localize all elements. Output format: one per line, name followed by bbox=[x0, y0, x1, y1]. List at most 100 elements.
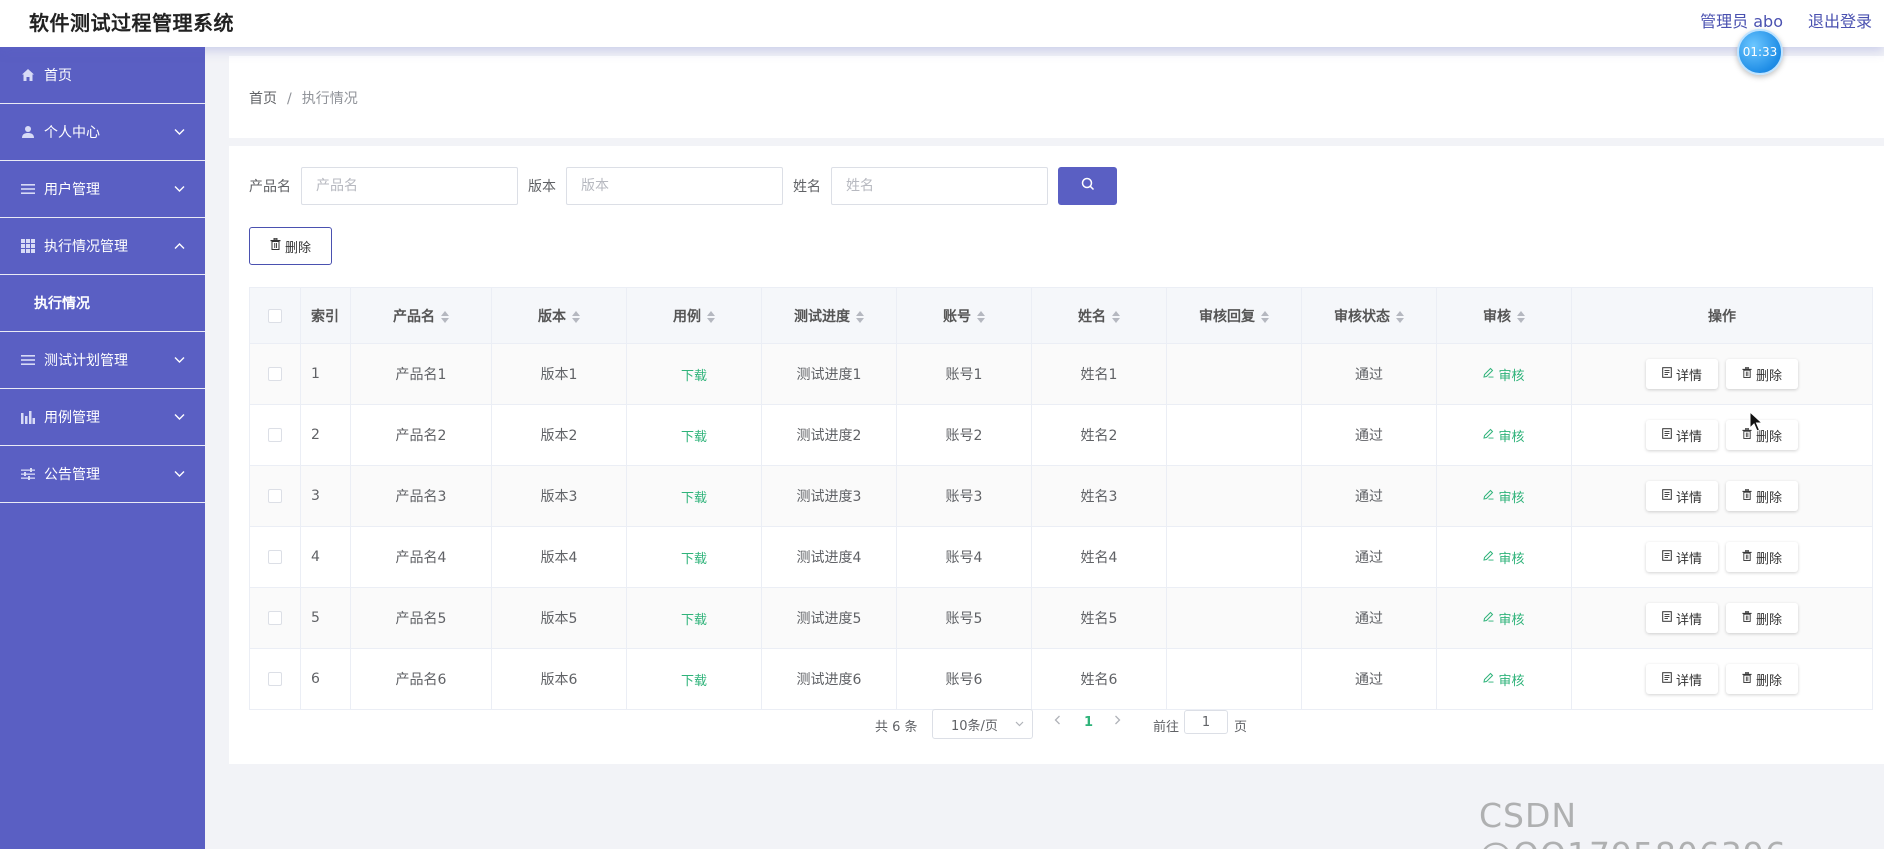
sort-icon[interactable] bbox=[1261, 310, 1269, 323]
sidebar-item-personal-center[interactable]: 个人中心 bbox=[0, 104, 205, 161]
select-all-cell[interactable] bbox=[249, 287, 301, 344]
sort-icon[interactable] bbox=[977, 310, 985, 323]
delete-button[interactable]: 删除 bbox=[1726, 359, 1798, 389]
page-size-value: 10条/页 bbox=[951, 718, 998, 734]
download-link[interactable]: 下载 bbox=[681, 369, 707, 384]
cell-account: 账号1 bbox=[896, 343, 1032, 405]
audit-link[interactable]: 审核 bbox=[1483, 609, 1525, 628]
delete-button[interactable]: 删除 bbox=[1726, 542, 1798, 572]
delete-button[interactable]: 删除 bbox=[1726, 603, 1798, 633]
audit-link[interactable]: 审核 bbox=[1483, 487, 1525, 506]
cell-case: 下载 bbox=[626, 648, 762, 710]
col-header-name[interactable]: 姓名 bbox=[1031, 287, 1167, 344]
detail-label: 详情 bbox=[1675, 429, 1702, 445]
delete-button[interactable]: 删除 bbox=[1726, 664, 1798, 694]
audit-link[interactable]: 审核 bbox=[1483, 426, 1525, 445]
cell-status: 通过 bbox=[1301, 648, 1437, 710]
col-header-progress[interactable]: 测试进度 bbox=[761, 287, 897, 344]
edit-icon bbox=[1483, 489, 1494, 504]
sidebar-item-user-management[interactable]: 用户管理 bbox=[0, 161, 205, 218]
audit-link[interactable]: 审核 bbox=[1483, 670, 1525, 689]
delete-button[interactable]: 删除 bbox=[1726, 481, 1798, 511]
page-number-current[interactable]: 1 bbox=[1084, 715, 1093, 730]
page-size-select[interactable]: 10条/页 bbox=[932, 709, 1033, 739]
edit-icon bbox=[1483, 611, 1494, 626]
table-row: 6 产品名6 版本6 下载 测试进度6 账号6 姓名6 通过 审核 详情 删除 bbox=[249, 648, 1873, 710]
download-link[interactable]: 下载 bbox=[681, 430, 707, 445]
col-header-audit[interactable]: 审核 bbox=[1436, 287, 1572, 344]
sort-icon[interactable] bbox=[1517, 310, 1525, 323]
table-row: 4 产品名4 版本4 下载 测试进度4 账号4 姓名4 通过 审核 详情 删除 bbox=[249, 526, 1873, 588]
detail-button[interactable]: 详情 bbox=[1646, 420, 1718, 450]
goto-page-input[interactable] bbox=[1184, 710, 1228, 734]
row-select-cell[interactable] bbox=[249, 587, 301, 649]
col-header-product[interactable]: 产品名 bbox=[350, 287, 492, 344]
sidebar-item-execution-management[interactable]: 执行情况管理 bbox=[0, 218, 205, 275]
detail-button[interactable]: 详情 bbox=[1646, 359, 1718, 389]
col-header-case[interactable]: 用例 bbox=[626, 287, 762, 344]
sidebar-item-notice-management[interactable]: 公告管理 bbox=[0, 446, 205, 503]
cell-account: 账号5 bbox=[896, 587, 1032, 649]
download-link[interactable]: 下载 bbox=[681, 674, 707, 689]
row-checkbox[interactable] bbox=[268, 672, 282, 686]
audit-label: 审核 bbox=[1498, 551, 1525, 567]
delete-label: 删除 bbox=[1755, 368, 1782, 384]
next-page-icon[interactable] bbox=[1114, 714, 1121, 729]
cell-reply bbox=[1166, 526, 1302, 588]
sidebar-item-test-plan-management[interactable]: 测试计划管理 bbox=[0, 332, 205, 389]
pagination-total: 共 6 条 bbox=[875, 720, 918, 735]
cell-case: 下载 bbox=[626, 343, 762, 405]
download-link[interactable]: 下载 bbox=[681, 613, 707, 628]
sidebar-item-case-management[interactable]: 用例管理 bbox=[0, 389, 205, 446]
cell-version: 版本1 bbox=[491, 343, 627, 405]
detail-button[interactable]: 详情 bbox=[1646, 603, 1718, 633]
logout-link[interactable]: 退出登录 bbox=[1808, 8, 1872, 32]
row-select-cell[interactable] bbox=[249, 343, 301, 405]
col-header-reply[interactable]: 审核回复 bbox=[1166, 287, 1302, 344]
detail-button[interactable]: 详情 bbox=[1646, 481, 1718, 511]
row-select-cell[interactable] bbox=[249, 404, 301, 466]
row-select-cell[interactable] bbox=[249, 465, 301, 527]
detail-button[interactable]: 详情 bbox=[1646, 664, 1718, 694]
version-input[interactable] bbox=[566, 167, 783, 205]
select-all-checkbox[interactable] bbox=[268, 308, 282, 323]
row-select-cell[interactable] bbox=[249, 648, 301, 710]
cell-status: 通过 bbox=[1301, 343, 1437, 405]
table-row: 3 产品名3 版本3 下载 测试进度3 账号3 姓名3 通过 审核 详情 删除 bbox=[249, 465, 1873, 527]
row-checkbox[interactable] bbox=[268, 367, 282, 381]
name-input[interactable] bbox=[831, 167, 1048, 205]
sort-icon[interactable] bbox=[1112, 310, 1120, 323]
download-link[interactable]: 下载 bbox=[681, 552, 707, 567]
prev-page-icon[interactable] bbox=[1054, 714, 1061, 729]
sort-icon[interactable] bbox=[441, 310, 449, 323]
row-checkbox[interactable] bbox=[268, 489, 282, 503]
row-checkbox[interactable] bbox=[268, 611, 282, 625]
sort-icon[interactable] bbox=[856, 310, 864, 323]
document-icon bbox=[1662, 549, 1672, 565]
col-header-version[interactable]: 版本 bbox=[491, 287, 627, 344]
sidebar-item-home[interactable]: 首页 bbox=[0, 47, 205, 104]
sidebar-subitem-execution[interactable]: 执行情况 bbox=[0, 275, 205, 332]
col-header-status[interactable]: 审核状态 bbox=[1301, 287, 1437, 344]
product-input[interactable] bbox=[301, 167, 518, 205]
row-checkbox[interactable] bbox=[268, 428, 282, 442]
detail-button[interactable]: 详情 bbox=[1646, 542, 1718, 572]
chevron-down-icon bbox=[174, 468, 185, 481]
sort-icon[interactable] bbox=[572, 310, 580, 323]
breadcrumb-home[interactable]: 首页 bbox=[249, 91, 277, 107]
sort-icon[interactable] bbox=[1396, 310, 1404, 323]
download-link[interactable]: 下载 bbox=[681, 491, 707, 506]
batch-delete-button[interactable]: 删除 bbox=[249, 227, 332, 265]
execution-table: 索引 产品名 版本 用例 测试进度 账号 姓名 审核回复 审核状态 审核 操作 … bbox=[249, 287, 1873, 710]
chevron-up-icon bbox=[174, 240, 185, 253]
row-select-cell[interactable] bbox=[249, 526, 301, 588]
audit-link[interactable]: 审核 bbox=[1483, 548, 1525, 567]
cell-name: 姓名3 bbox=[1031, 465, 1167, 527]
sort-icon[interactable] bbox=[707, 310, 715, 323]
audit-link[interactable]: 审核 bbox=[1483, 365, 1525, 384]
row-checkbox[interactable] bbox=[268, 550, 282, 564]
search-button[interactable] bbox=[1058, 167, 1117, 205]
col-header-account[interactable]: 账号 bbox=[896, 287, 1032, 344]
search-bar: 产品名 版本 姓名 bbox=[249, 167, 1117, 205]
document-icon bbox=[1662, 671, 1672, 687]
